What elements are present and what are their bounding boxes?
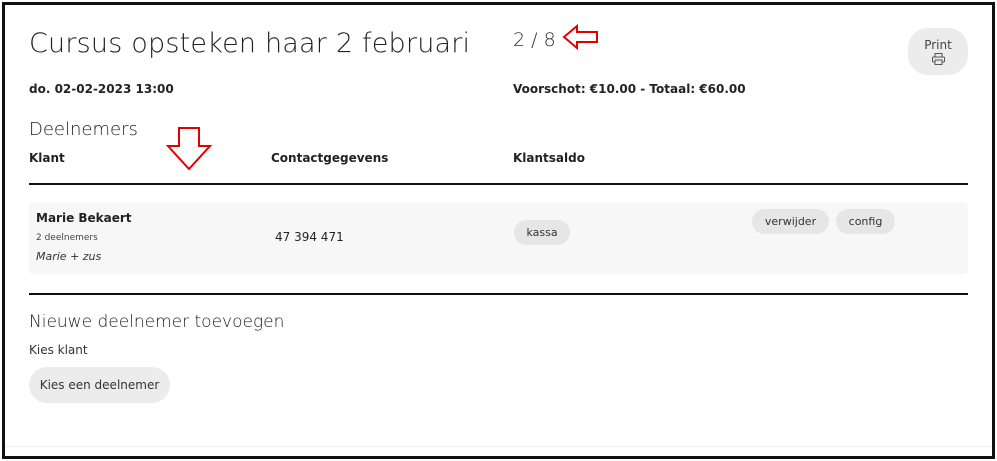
arrow-down-icon	[165, 127, 213, 171]
customer-note: Marie + zus	[36, 250, 102, 263]
printer-icon	[931, 53, 945, 65]
column-header-balance: Klantsaldo	[513, 151, 585, 165]
column-header-contact: Contactgegevens	[271, 151, 389, 165]
arrow-left-icon	[562, 23, 598, 51]
course-datetime: do. 02-02-2023 13:00	[29, 82, 174, 96]
add-participant-heading: Nieuwe deelnemer toevoegen	[29, 312, 285, 332]
participants-heading: Deelnemers	[29, 119, 138, 140]
divider	[5, 446, 992, 447]
participant-count: 2 deelnemers	[36, 233, 98, 243]
customer-phone: 47 394 471	[275, 230, 344, 244]
config-button[interactable]: config	[836, 209, 895, 234]
divider	[29, 183, 968, 185]
deposit-total: Voorschot: €10.00 - Totaal: €60.00	[513, 82, 746, 96]
print-label: Print	[924, 38, 952, 52]
column-header-customer: Klant	[29, 151, 65, 165]
print-button[interactable]: Print	[908, 28, 968, 75]
divider	[29, 293, 968, 295]
choose-participant-button[interactable]: Kies een deelnemer	[29, 367, 170, 403]
page-title: Cursus opsteken haar 2 februari	[29, 28, 471, 59]
participant-counter: 2 / 8	[513, 29, 556, 51]
choose-customer-label: Kies klant	[29, 343, 88, 357]
customer-name: Marie Bekaert	[36, 211, 132, 225]
remove-button[interactable]: verwijder	[752, 209, 829, 234]
table-row	[29, 202, 968, 274]
kassa-button[interactable]: kassa	[514, 220, 570, 245]
